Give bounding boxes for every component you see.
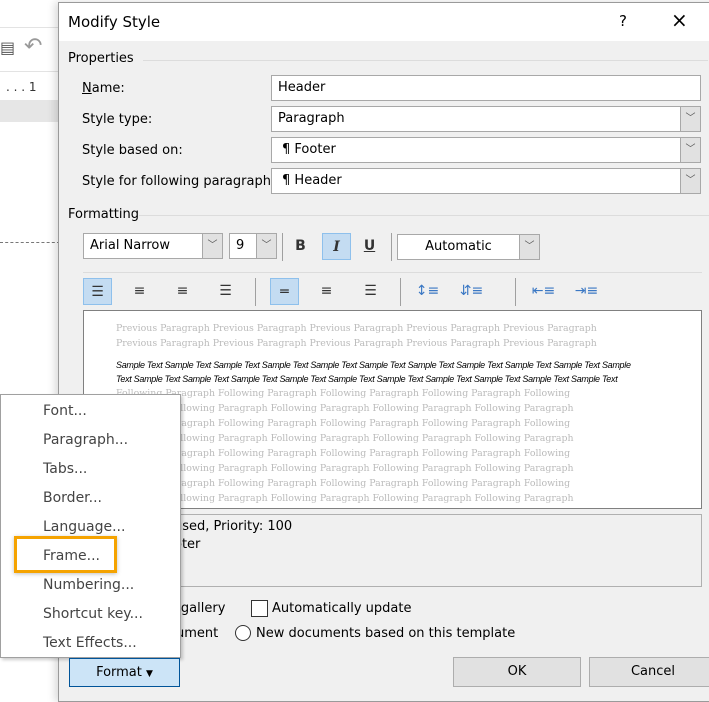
cancel-button[interactable]: Cancel — [589, 657, 709, 687]
ruler-band — [0, 100, 60, 122]
format-menu: Font... Paragraph... Tabs... Border... L… — [0, 394, 181, 658]
underline-button[interactable]: U — [355, 233, 384, 260]
font-size-select[interactable]: 9 ﹀ — [229, 233, 277, 259]
dialog-title: Modify Style — [68, 13, 161, 31]
chevron-down-icon[interactable]: ﹀ — [202, 234, 222, 258]
chevron-down-icon[interactable]: ﹀ — [680, 169, 700, 193]
decrease-spacing-icon[interactable]: ⇵≡ — [457, 278, 486, 305]
word-title-area — [0, 0, 60, 28]
following-select[interactable]: ¶ Header ﹀ — [271, 168, 701, 194]
menu-item-shortcut-key[interactable]: Shortcut key... — [43, 606, 143, 622]
chevron-down-icon[interactable]: ﹀ — [680, 107, 700, 131]
close-button[interactable]: × — [671, 8, 688, 32]
menu-item-paragraph[interactable]: Paragraph... — [43, 432, 128, 448]
ruler: . . . 1 — [0, 76, 60, 100]
align-center-button[interactable]: ≡ — [125, 278, 154, 305]
menu-item-border[interactable]: Border... — [43, 490, 102, 506]
help-button[interactable]: ? — [619, 12, 627, 30]
format-button[interactable]: Format ▼ — [69, 658, 180, 687]
following-label: Style for following paragraph: — [82, 174, 276, 189]
separator — [255, 278, 256, 306]
based-on-select[interactable]: ¶ Footer ﹀ — [271, 137, 701, 163]
single-spacing-button[interactable]: ═ — [270, 278, 299, 305]
align-left-button[interactable]: ☰ — [83, 278, 112, 305]
divider — [143, 60, 708, 61]
font-select[interactable]: Arial Narrow ﹀ — [83, 233, 223, 259]
pilcrow-icon: ¶ — [282, 142, 291, 157]
new-documents-label[interactable]: New documents based on this template — [256, 626, 515, 641]
formatting-group-label: Formatting — [68, 207, 140, 222]
frame-highlight — [14, 536, 117, 573]
menu-item-numbering[interactable]: Numbering... — [43, 577, 134, 593]
separator — [282, 233, 283, 261]
only-this-document-label: ument — [176, 626, 219, 641]
ok-button[interactable]: OK — [453, 657, 581, 687]
chevron-down-icon[interactable]: ﹀ — [256, 234, 276, 258]
divider — [83, 272, 702, 273]
menu-item-tabs[interactable]: Tabs... — [43, 461, 87, 477]
bold-button[interactable]: B — [286, 233, 315, 260]
properties-group-label: Properties — [68, 51, 134, 66]
auto-update-label[interactable]: Automatically update — [272, 601, 412, 616]
menu-item-font[interactable]: Font... — [43, 403, 87, 419]
header-boundary — [0, 242, 60, 243]
auto-update-checkbox[interactable] — [251, 600, 268, 617]
separator — [391, 233, 392, 261]
justify-button[interactable]: ☰ — [211, 278, 240, 305]
title-bar: Modify Style ? × — [59, 3, 709, 41]
pilcrow-icon: ¶ — [282, 173, 291, 188]
style-type-select[interactable]: Paragraph ﹀ — [271, 106, 701, 132]
word-toolbar: ▤ ↶ — [0, 28, 60, 72]
separator — [515, 278, 516, 306]
name-input[interactable]: Header — [271, 75, 701, 101]
align-right-button[interactable]: ≡ — [168, 278, 197, 305]
based-on-label: Style based on: — [82, 143, 183, 158]
chevron-down-icon[interactable]: ﹀ — [519, 235, 539, 259]
form-icon[interactable]: ▤ — [0, 38, 15, 57]
new-documents-radio[interactable] — [235, 625, 251, 641]
separator — [400, 278, 401, 306]
caret-down-icon: ▼ — [146, 669, 153, 679]
font-color-select[interactable]: Automatic ﹀ — [397, 234, 540, 260]
decrease-indent-icon[interactable]: ⇤≡ — [529, 278, 558, 305]
italic-button[interactable]: I — [322, 233, 351, 260]
menu-item-language[interactable]: Language... — [43, 519, 125, 535]
double-spacing-button[interactable]: ☰ — [356, 278, 385, 305]
sample-text: Sample Text Sample Text Sample Text Samp… — [116, 360, 631, 384]
previous-paragraph: Previous Paragraph Previous Paragraph Pr… — [116, 323, 597, 349]
one-half-spacing-button[interactable]: ≡ — [312, 278, 341, 305]
increase-spacing-icon[interactable]: ↕≡ — [413, 278, 442, 305]
increase-indent-icon[interactable]: ⇥≡ — [572, 278, 601, 305]
name-label: Name: — [82, 81, 125, 96]
divider — [139, 215, 709, 216]
menu-item-text-effects[interactable]: Text Effects... — [43, 635, 137, 651]
undo-icon[interactable]: ↶ — [24, 34, 42, 59]
following-paragraph: Following Paragraph Following Paragraph … — [116, 388, 574, 504]
style-type-label: Style type: — [82, 112, 153, 127]
chevron-down-icon[interactable]: ﹀ — [680, 138, 700, 162]
